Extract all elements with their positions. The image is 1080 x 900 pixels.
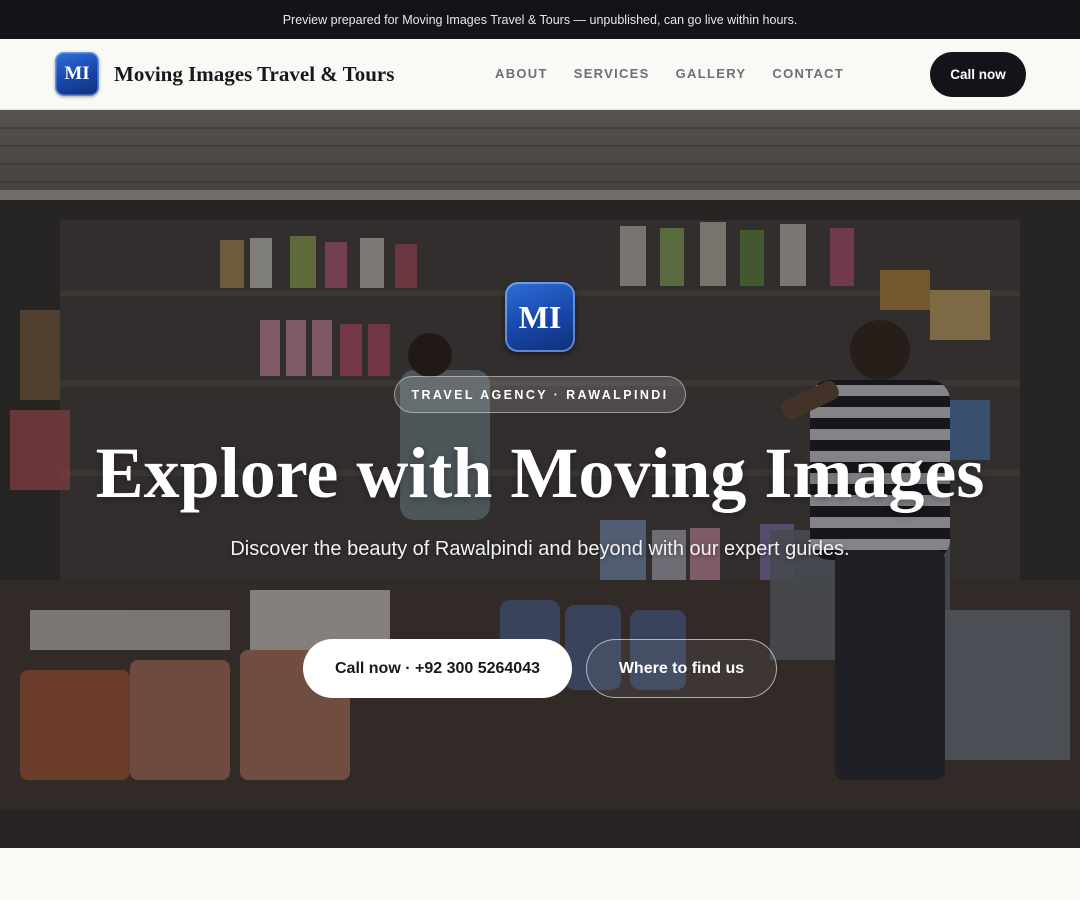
brand-logo-text: MI [64, 63, 90, 84]
brand-logo: MI [55, 52, 99, 96]
hero-call-button[interactable]: Call now · +92 300 5264043 [303, 639, 572, 698]
hero-section: MI TRAVEL AGENCY · RAWALPINDI Explore wi… [0, 110, 1080, 848]
nav-services[interactable]: SERVICES [574, 66, 650, 82]
hero-logo-text: MI [518, 298, 562, 335]
hero-tag: TRAVEL AGENCY · RAWALPINDI [394, 376, 686, 413]
nav-gallery[interactable]: GALLERY [676, 66, 747, 82]
nav-contact[interactable]: CONTACT [772, 66, 844, 82]
site-header: MI Moving Images Travel & Tours ABOUT SE… [0, 39, 1080, 110]
hero-logo: MI [505, 282, 575, 352]
hero-location-button[interactable]: Where to find us [586, 639, 777, 698]
preview-banner-text: Preview prepared for Moving Images Trave… [282, 12, 798, 27]
brand[interactable]: MI Moving Images Travel & Tours [55, 52, 394, 96]
hero-title: Explore with Moving Images [95, 433, 985, 513]
header-call-button[interactable]: Call now [930, 52, 1026, 97]
nav-about[interactable]: ABOUT [495, 66, 548, 82]
preview-banner: Preview prepared for Moving Images Trave… [0, 0, 1080, 39]
main-nav: ABOUT SERVICES GALLERY CONTACT [495, 66, 870, 82]
brand-name: Moving Images Travel & Tours [114, 61, 395, 86]
hero-subtitle: Discover the beauty of Rawalpindi and be… [230, 538, 850, 560]
